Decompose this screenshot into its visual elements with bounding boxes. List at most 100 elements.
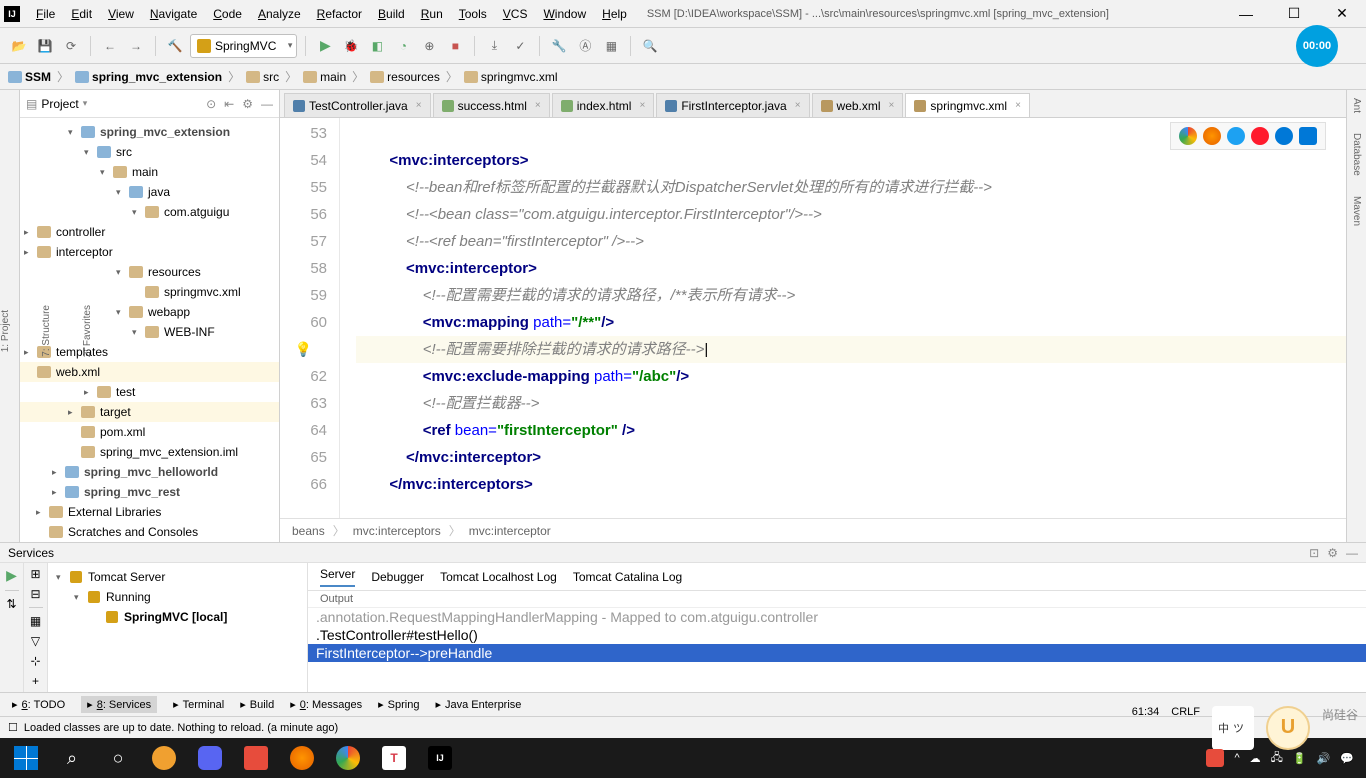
tree-icon[interactable]: ⊹ xyxy=(30,654,40,668)
commit-button[interactable]: ✓ xyxy=(509,35,531,57)
menu-navigate[interactable]: Navigate xyxy=(142,7,205,21)
notifications-icon[interactable]: 💬 xyxy=(1340,752,1354,765)
wrench-icon[interactable]: 🔧 xyxy=(548,35,570,57)
editor-tab[interactable]: TestController.java× xyxy=(284,93,431,117)
debug-button[interactable]: 🐞 xyxy=(340,35,362,57)
bottom-tab[interactable]: ▸Java Enterprise xyxy=(435,698,521,711)
add-icon[interactable]: + xyxy=(32,674,39,688)
edge-icon[interactable] xyxy=(1299,127,1317,145)
close-icon[interactable]: × xyxy=(889,100,895,111)
search-icon[interactable]: 🔍 xyxy=(639,35,661,57)
filter-icon[interactable]: ⇅ xyxy=(6,597,16,611)
collapse-icon[interactable]: ⇤ xyxy=(224,97,234,111)
stop-button[interactable]: ■ xyxy=(444,35,466,57)
breadcrumb-item[interactable]: spring_mvc_extension xyxy=(75,70,222,84)
close-button[interactable]: ✕ xyxy=(1322,2,1362,26)
menu-run[interactable]: Run xyxy=(413,7,451,21)
back-icon[interactable]: ← xyxy=(99,35,121,57)
breadcrumb-item[interactable]: springmvc.xml xyxy=(464,70,558,84)
tool-database[interactable]: Database xyxy=(1351,133,1362,176)
expand-all-icon[interactable]: ⊞ xyxy=(30,567,40,581)
network-icon[interactable]: 🖧 xyxy=(1271,749,1283,768)
firefox-icon[interactable] xyxy=(1203,127,1221,145)
group-icon[interactable]: ▦ xyxy=(30,614,41,628)
menu-tools[interactable]: Tools xyxy=(451,7,495,21)
tree-item[interactable]: Scratches and Consoles xyxy=(20,522,279,542)
hide-icon[interactable]: — xyxy=(1346,546,1358,560)
tool-favorites[interactable]: 2: Favorites xyxy=(82,305,93,357)
tree-item[interactable]: ▸templates xyxy=(20,342,279,362)
tree-item[interactable]: ▸controller xyxy=(20,222,279,242)
intellij-app[interactable]: IJ xyxy=(418,738,462,778)
tree-item[interactable]: ▾com.atguigu xyxy=(20,202,279,222)
tree-item[interactable]: ▾java xyxy=(20,182,279,202)
bottom-tab[interactable]: ▸8: Services xyxy=(81,696,157,713)
close-icon[interactable]: × xyxy=(416,100,422,111)
tree-item[interactable]: ▾resources xyxy=(20,262,279,282)
maximize-button[interactable]: ☐ xyxy=(1274,2,1314,26)
forward-icon[interactable]: → xyxy=(125,35,147,57)
menu-analyze[interactable]: Analyze xyxy=(250,7,309,21)
save-icon[interactable]: 💾 xyxy=(34,35,56,57)
menu-view[interactable]: View xyxy=(100,7,142,21)
project-tree[interactable]: ▾spring_mvc_extension▾src▾main▾java▾com.… xyxy=(20,118,279,542)
close-icon[interactable]: × xyxy=(1015,100,1021,111)
chrome-app[interactable] xyxy=(326,738,370,778)
editor-tab[interactable]: success.html× xyxy=(433,93,550,117)
volume-icon[interactable]: 🔊 xyxy=(1317,752,1331,765)
xml-breadcrumb-item[interactable]: beans xyxy=(292,524,325,538)
run-icon[interactable]: ▶ xyxy=(6,567,17,584)
run-button[interactable]: ▶ xyxy=(314,35,336,57)
tree-item[interactable]: ▸spring_mvc_rest xyxy=(20,482,279,502)
tool-ant[interactable]: Ant xyxy=(1351,98,1362,113)
tree-item[interactable]: springmvc.xml xyxy=(20,282,279,302)
tree-item[interactable]: ▸External Libraries xyxy=(20,502,279,522)
profile-button[interactable]: ◔ xyxy=(392,35,414,57)
menu-help[interactable]: Help xyxy=(594,7,635,21)
editor-tab[interactable]: index.html× xyxy=(552,93,655,117)
app-t[interactable]: T xyxy=(372,738,416,778)
timer-badge[interactable]: 00:00 xyxy=(1296,25,1338,67)
structure-icon[interactable]: ▦ xyxy=(600,35,622,57)
tool-maven[interactable]: Maven xyxy=(1351,196,1362,226)
project-panel-title[interactable]: ▤ Project ▾ xyxy=(26,97,87,111)
collapse-all-icon[interactable]: ⊟ xyxy=(30,587,40,601)
tree-item[interactable]: ▸interceptor xyxy=(20,242,279,262)
tree-item[interactable]: ▾spring_mvc_extension xyxy=(20,122,279,142)
search-button[interactable]: ⌕ xyxy=(50,738,94,778)
battery-icon[interactable]: 🔋 xyxy=(1293,752,1307,765)
services-tree[interactable]: ▾Tomcat Server▾RunningSpringMVC [local] xyxy=(48,563,308,692)
minimize-button[interactable]: — xyxy=(1226,2,1266,26)
tray-up-icon[interactable]: ^ xyxy=(1234,752,1239,764)
update-button[interactable]: ⤓ xyxy=(483,35,505,57)
tree-item[interactable]: pom.xml xyxy=(20,422,279,442)
tree-item[interactable]: spring_mvc_extension.iml xyxy=(20,442,279,462)
menu-refactor[interactable]: Refactor xyxy=(309,7,370,21)
ant-icon[interactable]: Ⓐ xyxy=(574,35,596,57)
menu-window[interactable]: Window xyxy=(535,7,594,21)
editor-tab[interactable]: springmvc.xml× xyxy=(905,93,1030,117)
editor-body[interactable]: 5354555657585960💡6263646566 <mvc:interce… xyxy=(280,118,1346,518)
locate-icon[interactable]: ⊙ xyxy=(206,97,216,111)
bottom-tab[interactable]: ▸Build xyxy=(240,698,274,711)
editor-tab[interactable]: FirstInterceptor.java× xyxy=(656,93,809,117)
xml-breadcrumb-item[interactable]: mvc:interceptors xyxy=(353,524,441,538)
breadcrumb-item[interactable]: SSM xyxy=(8,70,51,84)
tree-item[interactable]: ▾main xyxy=(20,162,279,182)
breadcrumb-item[interactable]: main xyxy=(303,70,346,84)
breadcrumb-item[interactable]: src xyxy=(246,70,279,84)
opera-icon[interactable] xyxy=(1251,127,1269,145)
service-subtab[interactable]: Tomcat Catalina Log xyxy=(573,570,682,584)
gear-icon[interactable]: ⚙ xyxy=(1327,546,1338,560)
tree-item[interactable]: web.xml xyxy=(20,362,279,382)
service-tree-item[interactable]: ▾Tomcat Server xyxy=(52,567,303,587)
close-icon[interactable]: × xyxy=(535,100,541,111)
menu-file[interactable]: File xyxy=(28,7,63,21)
service-tree-item[interactable]: SpringMVC [local] xyxy=(52,607,303,627)
start-button[interactable] xyxy=(4,738,48,778)
bottom-tab[interactable]: ▸6: TODO xyxy=(12,698,65,711)
expand-icon[interactable]: ⊡ xyxy=(1309,546,1319,560)
editor-tab[interactable]: web.xml× xyxy=(812,93,904,117)
tool-project[interactable]: 1: Project xyxy=(0,310,11,352)
tree-item[interactable]: ▸target xyxy=(20,402,279,422)
